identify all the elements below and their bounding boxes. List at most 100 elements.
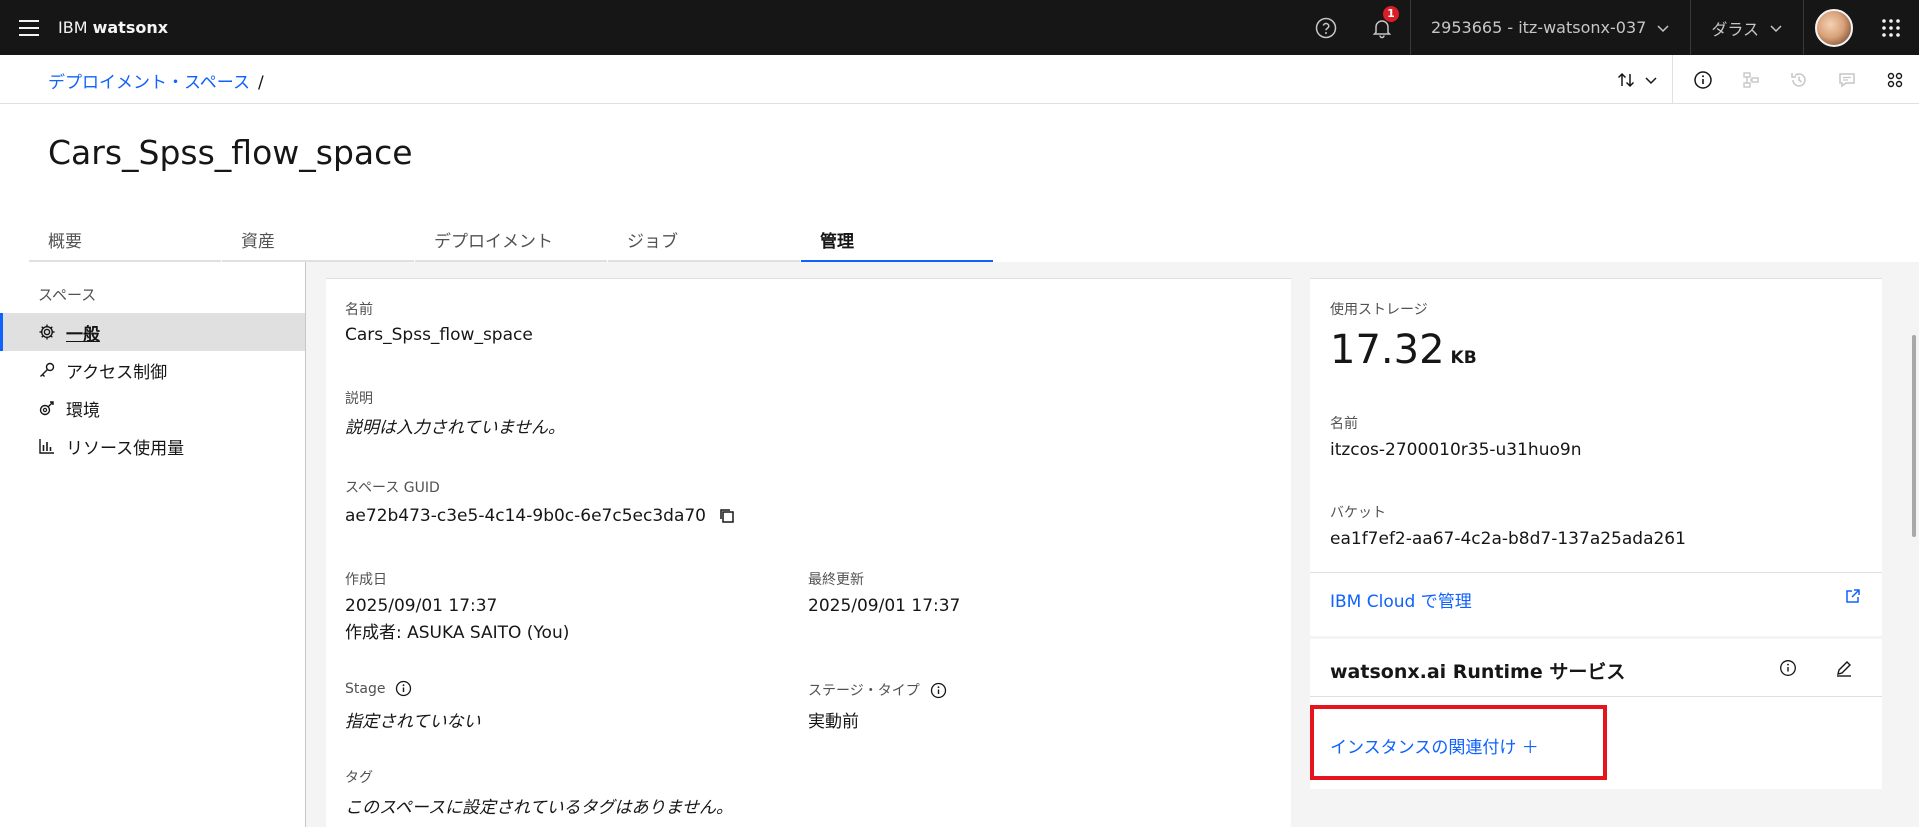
product-logo[interactable]: IBM watsonx [58, 18, 168, 37]
key-icon [38, 361, 56, 379]
updated-value: 2025/09/01 17:37 [808, 596, 961, 616]
created-label: 作成日 [345, 572, 387, 588]
bucket-name-label: 名前 [1330, 416, 1358, 432]
settings-adjust-icon [1887, 72, 1903, 87]
import-export-button[interactable] [1601, 55, 1673, 104]
bar-chart-icon [38, 437, 56, 455]
history-icon [1791, 72, 1806, 87]
storage-used: 17.32 KB [1330, 327, 1477, 373]
bucket-name-value: itzcos-2700010r35-u31huo9n [1330, 440, 1582, 460]
brand-prefix: IBM [58, 18, 88, 37]
created-value: 2025/09/01 17:37 [345, 596, 498, 616]
name-value: Cars_Spss_flow_space [345, 325, 533, 345]
sidebar-item-label: リソース使用量 [66, 438, 185, 459]
runtime-edit-button[interactable] [1816, 653, 1872, 683]
account-switcher[interactable]: 2953665 - itz-watsonx-037 [1410, 0, 1690, 55]
description-value: 説明は入力されていません。 [345, 418, 565, 438]
stage-type-label-row: ステージ・タイプ [808, 680, 947, 700]
manage-in-ibm-cloud-link[interactable]: IBM Cloud で管理 [1330, 587, 1472, 612]
flow-icon [1743, 71, 1759, 88]
history-button[interactable] [1775, 55, 1823, 104]
manage-sidebar: スペース 一般 アクセス制御 環境 リソース使用量 [0, 262, 306, 827]
help-button[interactable] [1298, 0, 1354, 55]
guid-label: スペース GUID [345, 480, 440, 496]
app-grid-icon [1882, 18, 1900, 37]
lineage-button[interactable] [1727, 55, 1775, 104]
import-export-icon [1617, 72, 1634, 87]
copy-icon [720, 509, 734, 523]
description-label: 説明 [345, 391, 373, 407]
updated-label: 最終更新 [808, 572, 864, 588]
region-label: ダラス [1711, 19, 1759, 39]
sidebar-item-label: アクセス制御 [66, 362, 168, 383]
creator-value: 作成者: ASUKA SAITO (You) [345, 623, 570, 643]
name-label: 名前 [345, 302, 373, 318]
runtime-card-header: watsonx.ai Runtime サービス [1310, 639, 1882, 697]
scrollbar-thumb[interactable] [1912, 335, 1916, 537]
tab-list: 概要 資産 デプロイメント ジョブ 管理 [29, 221, 994, 262]
breadcrumb-separator: / [257, 73, 264, 93]
runtime-service-card: watsonx.ai Runtime サービス インスタンスの関連付け ＋ [1310, 639, 1882, 789]
storage-used-label: 使用ストレージ [1330, 302, 1428, 318]
sidebar-item-label: 環境 [66, 400, 100, 421]
info-icon[interactable] [930, 682, 947, 699]
info-icon[interactable] [395, 680, 412, 697]
region-switcher[interactable]: ダラス [1690, 0, 1803, 55]
manage-in-ibm-cloud-row: IBM Cloud で管理 [1310, 572, 1882, 621]
chevron-down-icon [1656, 21, 1670, 35]
sidebar-item-access-control[interactable]: アクセス制御 [0, 351, 305, 389]
tab-jobs[interactable]: ジョブ [608, 221, 800, 262]
hamburger-icon [19, 17, 39, 38]
notification-badge: 1 [1383, 6, 1399, 22]
edit-icon [1837, 661, 1851, 677]
sidebar-item-resource-usage[interactable]: リソース使用量 [0, 427, 305, 465]
app-switcher-button[interactable] [1863, 0, 1919, 55]
chevron-down-icon [1769, 21, 1783, 35]
runtime-title: watsonx.ai Runtime サービス [1330, 661, 1626, 683]
tab-manage[interactable]: 管理 [801, 221, 993, 262]
sidebar-item-general[interactable]: 一般 [0, 313, 305, 351]
guid-value: ae72b473-c3e5-4c14-9b0c-6e7c5ec3da70 [345, 506, 707, 526]
environment-icon [38, 399, 56, 417]
space-details-card: 名前 Cars_Spss_flow_space 説明 説明は入力されていません。… [326, 278, 1291, 827]
stage-type-value: 実動前 [808, 712, 859, 732]
top-navigation-bar: IBM watsonx 1 2953665 - itz-watsonx-037 … [0, 0, 1919, 55]
storage-used-unit: KB [1450, 348, 1477, 368]
copy-button[interactable] [718, 507, 736, 525]
storage-used-value: 17.32 [1330, 327, 1445, 373]
tab-deployments[interactable]: デプロイメント [415, 221, 607, 262]
sidebar-heading: スペース [38, 286, 97, 304]
user-profile-button[interactable] [1803, 0, 1863, 55]
runtime-info-button[interactable] [1760, 653, 1816, 683]
tags-label: タグ [345, 770, 373, 786]
info-icon [1780, 660, 1796, 676]
chevron-down-icon [1644, 76, 1657, 84]
settings-button[interactable] [1871, 55, 1919, 104]
stage-label-row: Stage [345, 680, 412, 697]
information-button[interactable] [1679, 55, 1727, 104]
account-label: 2953665 - itz-watsonx-037 [1431, 18, 1647, 37]
menu-button[interactable] [0, 0, 58, 55]
tags-value: このスペースに設定されているタグはありません。 [345, 798, 733, 818]
breadcrumb-bar: デプロイメント・スペース / [0, 55, 1919, 104]
storage-card: 使用ストレージ 17.32 KB 名前 itzcos-2700010r35-u31… [1310, 278, 1882, 636]
highlight-box: インスタンスの関連付け ＋ [1310, 705, 1607, 780]
sidebar-item-environments[interactable]: 環境 [0, 389, 305, 427]
page-title: Cars_Spss_flow_space [48, 133, 413, 172]
tab-assets[interactable]: 資産 [222, 221, 414, 262]
bucket-value: ea1f7ef2-aa67-4c2a-b8d7-137a25ada261 [1330, 529, 1686, 549]
comments-button[interactable] [1823, 55, 1871, 104]
breadcrumb-link-deployment-spaces[interactable]: デプロイメント・スペース [48, 73, 250, 93]
sidebar-item-label: 一般 [66, 324, 100, 345]
tab-overview[interactable]: 概要 [29, 221, 221, 262]
launch-icon[interactable] [1844, 587, 1862, 609]
associate-instance-link[interactable]: インスタンスの関連付け ＋ [1330, 733, 1539, 758]
stage-value: 指定されていない [345, 712, 481, 732]
chat-icon [1839, 72, 1855, 87]
avatar [1814, 8, 1853, 47]
bucket-label: バケット [1330, 505, 1386, 521]
notifications-button[interactable]: 1 [1354, 0, 1410, 55]
help-icon [1315, 17, 1337, 38]
gear-icon [38, 323, 56, 341]
info-icon [1694, 70, 1712, 89]
